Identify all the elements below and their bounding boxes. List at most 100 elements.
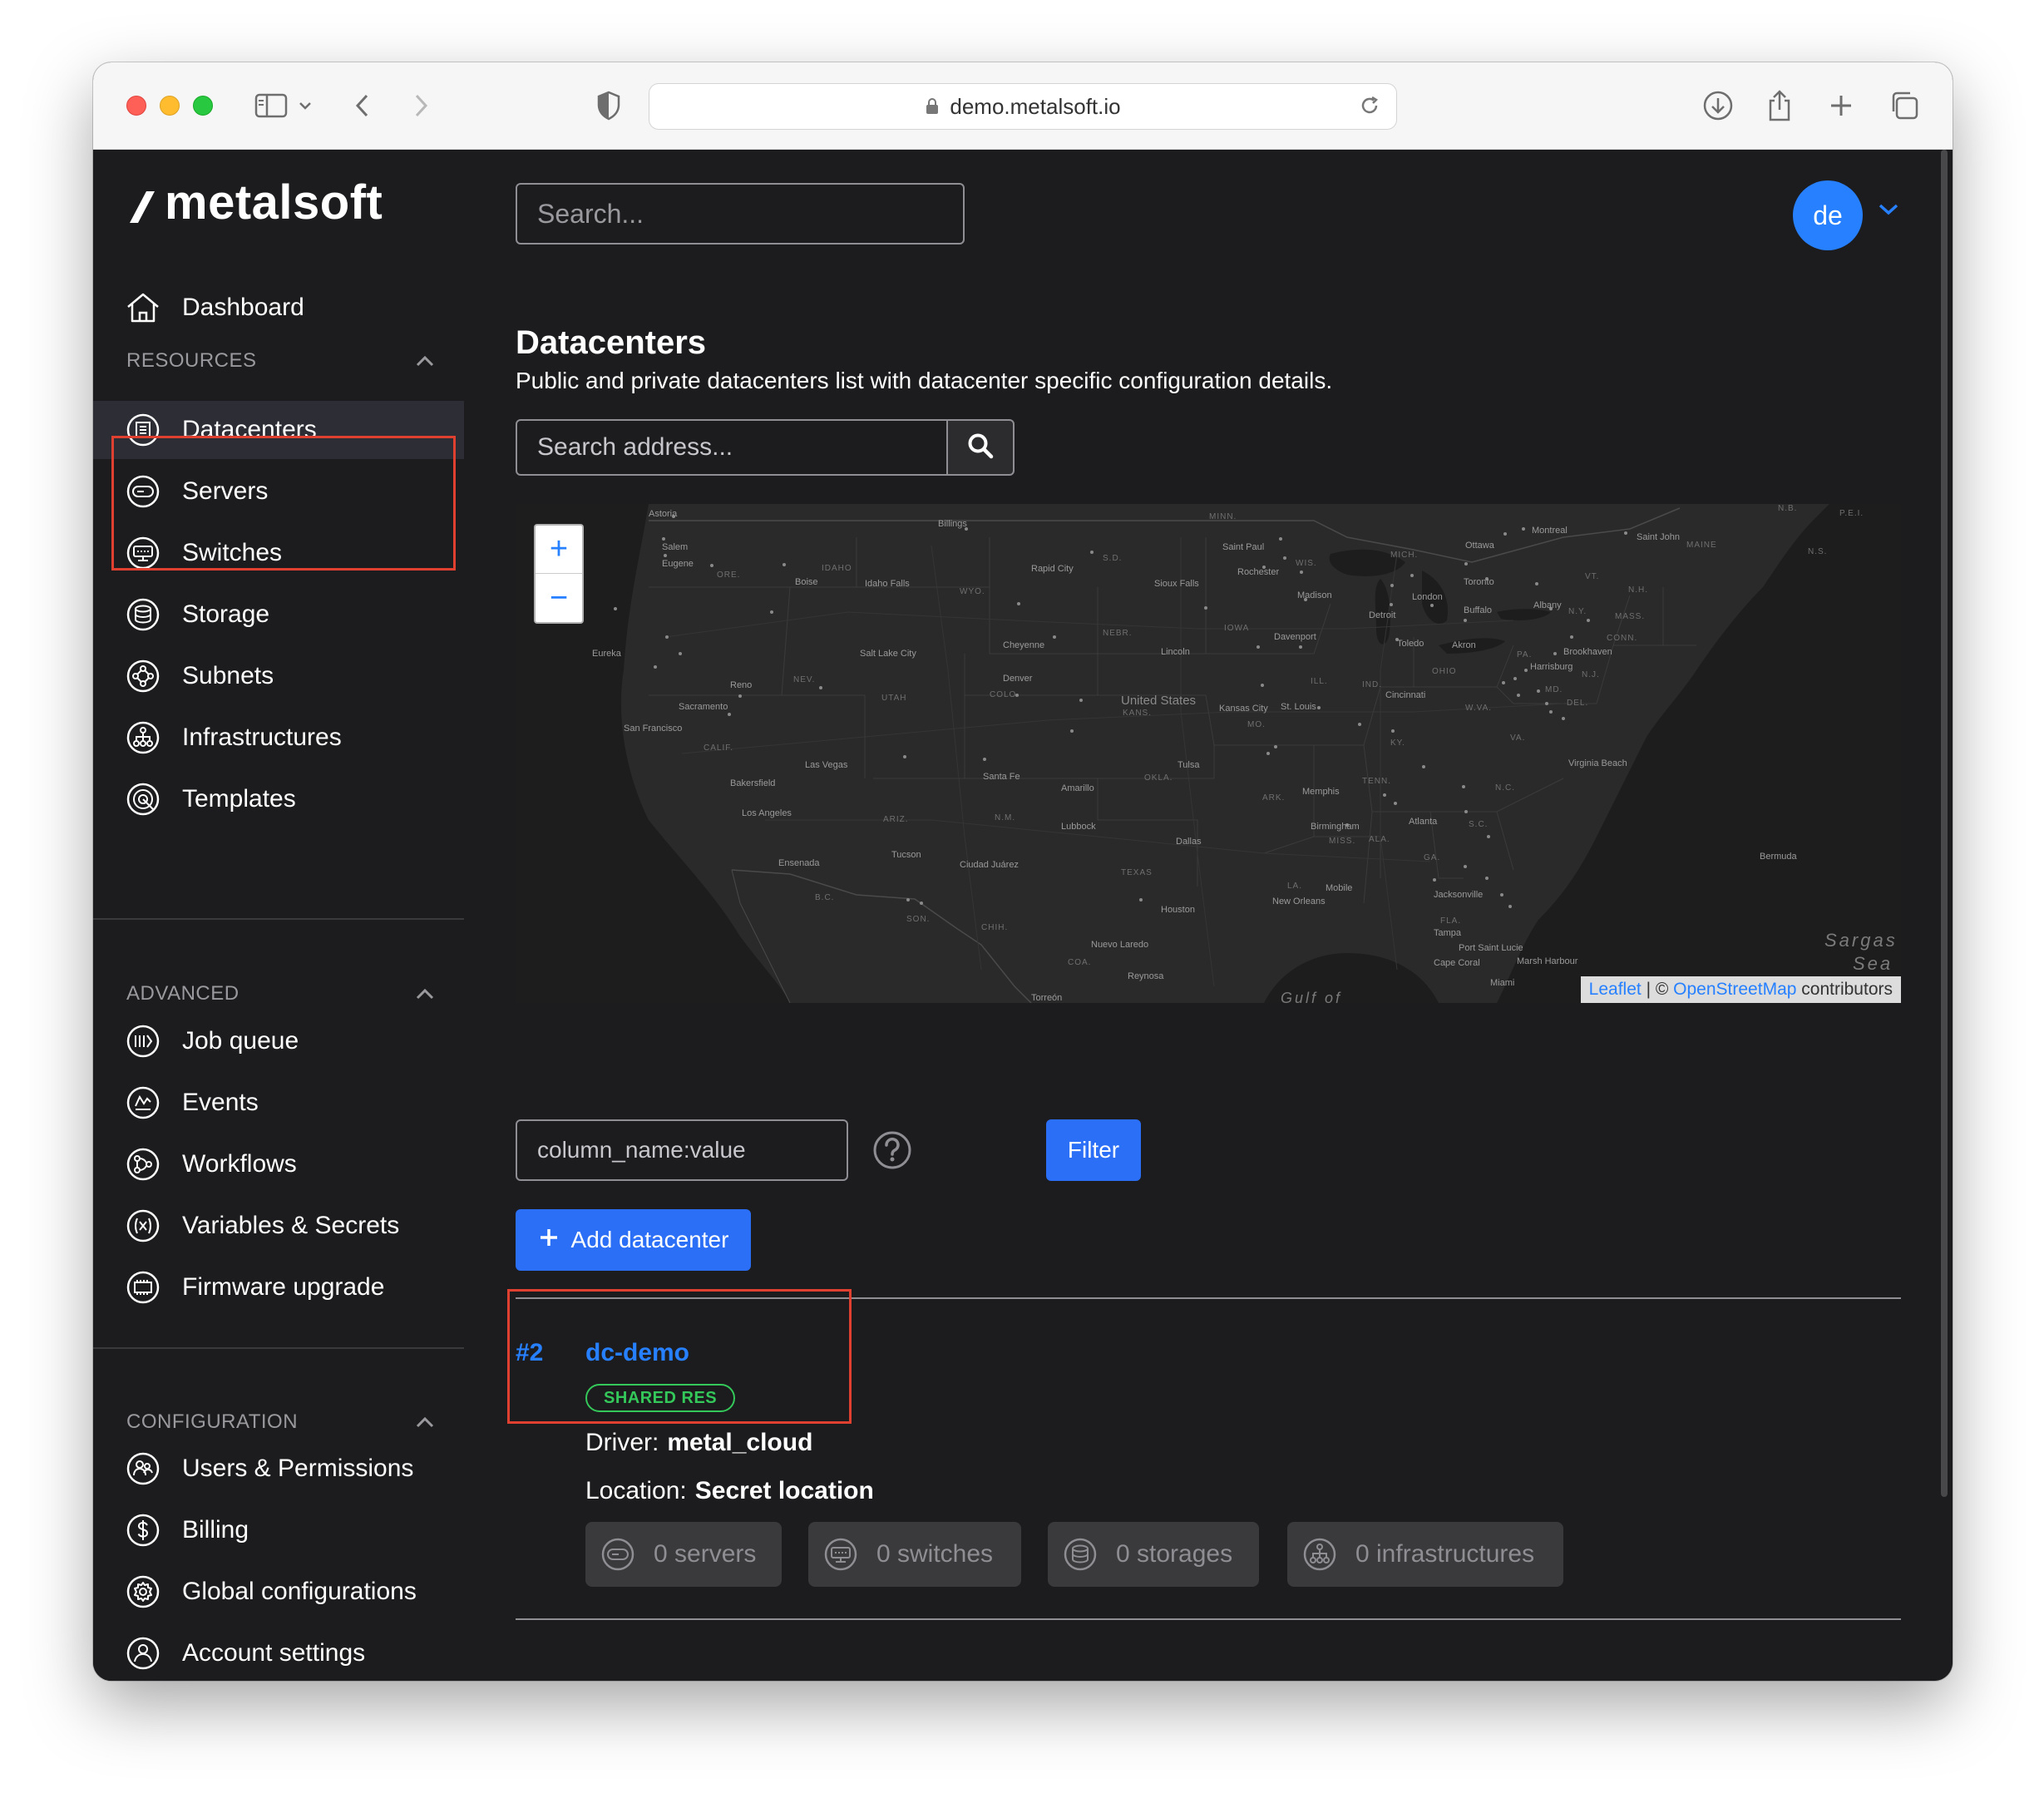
- sidebar-item-variables-secrets[interactable]: Variables & Secrets: [93, 1197, 464, 1255]
- address-bar[interactable]: demo.metalsoft.io: [649, 83, 1397, 130]
- sidebar-item-job-queue[interactable]: Job queue: [93, 1012, 464, 1070]
- zoom-out-button[interactable]: −: [536, 574, 582, 622]
- chevron-up-icon[interactable]: [416, 982, 434, 1005]
- add-datacenter-button[interactable]: Add datacenter: [516, 1209, 751, 1271]
- map-sea-label: Gulf of: [1281, 990, 1343, 1003]
- sidebar-item-subnets[interactable]: Subnets: [93, 647, 464, 705]
- sidebar-item-label: Infrastructures: [182, 724, 342, 751]
- chevron-down-icon[interactable]: [293, 86, 318, 126]
- chevron-up-icon[interactable]: [416, 1410, 434, 1434]
- map-state-label: KANS.: [1123, 709, 1153, 718]
- map-city-label: Montreal: [1532, 526, 1568, 536]
- section-header-advanced[interactable]: ADVANCED: [126, 977, 434, 1010]
- map-city-label: Virginia Beach: [1568, 758, 1627, 768]
- privacy-shield-icon[interactable]: [589, 86, 629, 126]
- zoom-window-button[interactable]: [193, 96, 213, 116]
- map-city-label: Mobile: [1326, 883, 1353, 893]
- page-scrollbar[interactable]: [1941, 150, 1948, 1497]
- gear-icon: [125, 1573, 161, 1610]
- chevron-down-icon[interactable]: [1878, 203, 1899, 220]
- section-header-resources[interactable]: RESOURCES: [126, 344, 434, 378]
- map-state-label: SON.: [906, 915, 931, 924]
- sidebar-item-label: Events: [182, 1089, 259, 1116]
- user-avatar[interactable]: de: [1793, 180, 1863, 250]
- lock-icon: [925, 97, 940, 116]
- metalsoft-logo[interactable]: metalsoft: [126, 175, 383, 230]
- close-window-button[interactable]: [126, 96, 146, 116]
- switches-count-chip[interactable]: 0 switches: [808, 1522, 1021, 1587]
- reload-icon[interactable]: [1358, 94, 1381, 123]
- address-search-input[interactable]: Search address...: [516, 419, 948, 476]
- minimize-window-button[interactable]: [160, 96, 180, 116]
- workflow-icon: [125, 1146, 161, 1183]
- chevron-up-icon[interactable]: [416, 349, 434, 373]
- map-state-label: COA.: [1068, 958, 1092, 967]
- map-city-label: Toronto: [1464, 577, 1494, 587]
- filter-button[interactable]: Filter: [1046, 1119, 1141, 1181]
- logo-slash-icon: [126, 182, 156, 224]
- map-city-label: Harrisburg: [1530, 662, 1573, 672]
- new-tab-icon[interactable]: [1821, 86, 1861, 126]
- help-icon[interactable]: [871, 1129, 913, 1175]
- map-state-label: S.C.: [1469, 820, 1489, 829]
- map-state-label: NEV.: [793, 675, 816, 684]
- datacenter-map[interactable]: United States Astoria Salem Eugene Boise…: [516, 504, 1901, 1003]
- subnet-icon: [125, 658, 161, 694]
- infrastructures-count-chip[interactable]: 0 infrastructures: [1287, 1522, 1563, 1587]
- download-icon[interactable]: [1698, 86, 1738, 126]
- map-state-label: IOWA: [1224, 624, 1250, 633]
- leaflet-link[interactable]: Leaflet: [1589, 980, 1642, 1000]
- sidebar-item-infrastructures[interactable]: Infrastructures: [93, 709, 464, 767]
- sidebar-item-label: Storage: [182, 600, 270, 628]
- map-state-label: COLO.: [990, 690, 1020, 699]
- sidebar-item-firmware-upgrade[interactable]: Firmware upgrade: [93, 1258, 464, 1316]
- sidebar-item-account-settings[interactable]: Account settings: [93, 1624, 464, 1681]
- sidebar-toggle-icon[interactable]: [251, 86, 291, 126]
- openstreetmap-link[interactable]: OpenStreetMap: [1673, 980, 1796, 1000]
- map-state-label: DEL.: [1567, 699, 1589, 708]
- map-state-label: ILL.: [1311, 677, 1328, 686]
- sidebar-item-global-configurations[interactable]: Global configurations: [93, 1563, 464, 1621]
- map-city-label: Tampa: [1434, 928, 1462, 938]
- map-state-label: WYO.: [960, 587, 985, 596]
- map-zoom-control: + −: [534, 524, 584, 624]
- sidebar-item-events[interactable]: Events: [93, 1074, 464, 1132]
- zoom-in-button[interactable]: +: [536, 526, 582, 574]
- map-city-label: Eugene: [662, 559, 694, 569]
- share-icon[interactable]: [1760, 86, 1800, 126]
- server-icon: [599, 1535, 637, 1573]
- address-search-button[interactable]: [946, 419, 1015, 476]
- filter-input[interactable]: column_name:value: [516, 1119, 848, 1181]
- map-city-label: Cincinnati: [1385, 690, 1426, 700]
- section-header-configuration[interactable]: CONFIGURATION: [126, 1405, 434, 1439]
- sidebar-item-dashboard[interactable]: Dashboard: [93, 279, 464, 337]
- sidebar-item-templates[interactable]: Templates: [93, 770, 464, 828]
- attribution-tail: contributors: [1796, 980, 1893, 999]
- attribution-separator: | ©: [1641, 980, 1674, 999]
- map-city-label: London: [1412, 592, 1443, 602]
- global-search-input[interactable]: Search...: [516, 183, 965, 245]
- datacenter-driver: Driver: metal_cloud: [585, 1429, 812, 1457]
- sidebar-item-storage[interactable]: Storage: [93, 585, 464, 644]
- servers-count-chip[interactable]: 0 servers: [585, 1522, 782, 1587]
- map-city-label: Buffalo: [1464, 605, 1493, 615]
- back-arrow-icon[interactable]: [343, 86, 383, 126]
- map-city-label: Port Saint Lucie: [1459, 943, 1523, 953]
- user-account-icon: [125, 1635, 161, 1672]
- driver-label: Driver:: [585, 1429, 659, 1456]
- storages-count-chip[interactable]: 0 storages: [1048, 1522, 1259, 1587]
- map-city-label: Dallas: [1176, 837, 1202, 847]
- forward-arrow-icon[interactable]: [401, 86, 441, 126]
- map-city-label: Lincoln: [1161, 647, 1190, 657]
- sidebar-item-workflows[interactable]: Workflows: [93, 1135, 464, 1193]
- map-city-label: New Orleans: [1272, 897, 1326, 906]
- sidebar-item-users-permissions[interactable]: Users & Permissions: [93, 1440, 464, 1498]
- tab-overview-icon[interactable]: [1884, 86, 1924, 126]
- sidebar-item-billing[interactable]: Billing: [93, 1501, 464, 1559]
- section-title: ADVANCED: [126, 982, 239, 1005]
- map-state-label: MASS.: [1615, 612, 1646, 621]
- switches-count: 0 switches: [876, 1540, 994, 1568]
- map-state-label: CALIF.: [704, 743, 734, 753]
- map-country-label: United States: [1121, 694, 1197, 708]
- map-city-label: Eureka: [592, 649, 621, 659]
